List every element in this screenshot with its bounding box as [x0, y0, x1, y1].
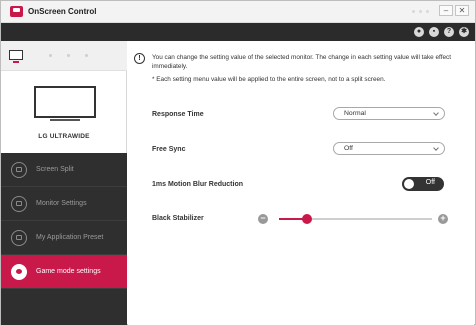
- response-time-value: Normal: [344, 110, 366, 117]
- top-toolbar: ● ▪ ? ✱: [1, 23, 475, 41]
- nav-monitor-settings[interactable]: Monitor Settings: [1, 187, 127, 221]
- app-title: OnScreen Control: [28, 7, 97, 16]
- selected-monitor-icon[interactable]: [9, 50, 23, 63]
- motion-blur-label: 1ms Motion Blur Reduction: [152, 181, 243, 188]
- monitor-panel: LG ULTRAWIDE: [1, 41, 127, 153]
- monitor-illustration: [34, 86, 96, 121]
- settings-icon[interactable]: ✱: [459, 27, 469, 37]
- response-time-dropdown[interactable]: Normal: [333, 107, 445, 120]
- app-logo-icon: [10, 6, 23, 17]
- monitor-page-dots: [49, 54, 88, 57]
- free-sync-value: Off: [344, 145, 353, 152]
- minus-icon[interactable]: −: [258, 214, 268, 224]
- nav-label: My Application Preset: [36, 234, 104, 241]
- black-stabilizer-slider[interactable]: − +: [258, 212, 448, 226]
- settings-content: ! You can change the setting value of th…: [128, 41, 474, 325]
- chevron-down-icon: [433, 145, 439, 151]
- title-bar: OnScreen Control – ✕: [1, 1, 475, 23]
- free-sync-dropdown[interactable]: Off: [333, 142, 445, 155]
- response-time-label: Response Time: [152, 111, 204, 118]
- nav-label: Monitor Settings: [36, 200, 87, 207]
- slider-handle[interactable]: [301, 214, 312, 224]
- info-icon: !: [134, 53, 145, 64]
- nav-my-application-preset[interactable]: My Application Preset: [1, 221, 127, 255]
- free-sync-label: Free Sync: [152, 146, 186, 153]
- motion-blur-toggle[interactable]: Off: [402, 177, 444, 191]
- screen-split-icon: [11, 161, 27, 178]
- info-text: You can change the setting value of the …: [152, 54, 452, 70]
- minimize-button[interactable]: –: [439, 5, 453, 16]
- display-icon[interactable]: ▪: [429, 27, 439, 37]
- nav-label: Game mode settings: [36, 268, 101, 275]
- title-decoration: [412, 10, 429, 13]
- monitor-settings-icon: [11, 195, 27, 212]
- monitor-selector[interactable]: [1, 41, 127, 71]
- motion-blur-value: Off: [425, 179, 435, 186]
- window-controls: – ✕: [439, 5, 469, 16]
- plus-icon[interactable]: +: [438, 214, 448, 224]
- info-note: * Each setting menu value will be applie…: [152, 76, 386, 83]
- game-mode-icon: [11, 263, 27, 280]
- nav-label: Screen Split: [36, 166, 74, 173]
- toggle-knob: [404, 179, 414, 189]
- account-icon[interactable]: ●: [414, 27, 424, 37]
- nav-game-mode-settings[interactable]: Game mode settings: [1, 255, 127, 289]
- nav-screen-split[interactable]: Screen Split: [1, 153, 127, 187]
- app-window: OnScreen Control – ✕ ● ▪ ? ✱ LG ULTRAWID…: [0, 0, 476, 325]
- app-preset-icon: [11, 229, 27, 246]
- black-stabilizer-label: Black Stabilizer: [152, 215, 204, 222]
- sidebar: LG ULTRAWIDE Screen Split Monitor Settin…: [1, 41, 127, 325]
- chevron-down-icon: [433, 110, 439, 116]
- slider-track[interactable]: [279, 214, 432, 224]
- monitor-brand-label: LG ULTRAWIDE: [38, 133, 90, 140]
- close-button[interactable]: ✕: [455, 5, 469, 16]
- help-icon[interactable]: ?: [444, 27, 454, 37]
